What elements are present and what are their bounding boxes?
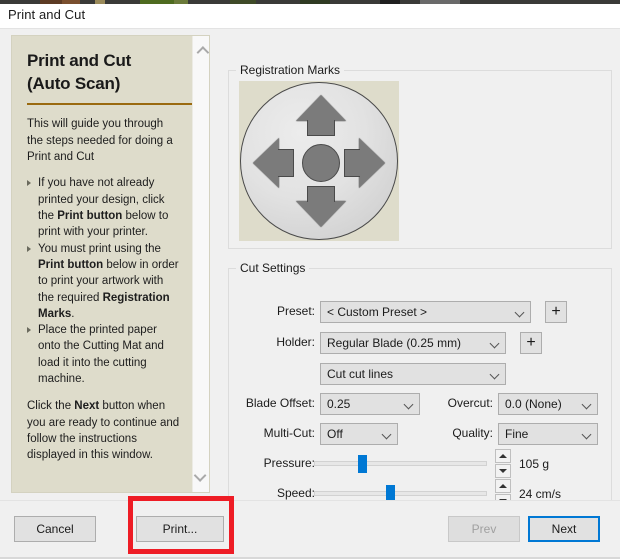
scroll-up-icon[interactable] [193, 44, 209, 61]
instructions-intro: This will guide you through the steps ne… [27, 118, 173, 163]
instructions-text: This will guide you through the steps ne… [27, 116, 182, 464]
dpad-circle-icon [240, 82, 398, 240]
pressure-slider[interactable] [314, 453, 487, 474]
instructions-footer: Click the Next button when you are ready… [27, 400, 180, 462]
preset-label: Preset: [276, 304, 315, 318]
overcut-select[interactable]: 0.0 (None) [498, 393, 598, 415]
quality-select[interactable]: Fine [498, 423, 598, 445]
next-button[interactable]: Next [528, 516, 600, 542]
instructions-heading: Print and Cut (Auto Scan) [27, 50, 182, 95]
pressure-value: 105 g [519, 457, 550, 471]
window-title: Print and Cut [8, 7, 86, 22]
arrow-right-stem [344, 149, 360, 177]
stepper-up-icon[interactable] [495, 449, 511, 463]
stepper-down-icon[interactable] [495, 464, 511, 478]
registration-marks-label: Registration Marks [236, 63, 345, 77]
instructions-scrollbar[interactable] [192, 36, 209, 492]
cut-settings-label: Cut Settings [236, 261, 310, 275]
arrow-right-icon [359, 138, 385, 188]
holder-select[interactable]: Regular Blade (0.25 mm) [320, 332, 506, 354]
dpad-center-icon [302, 144, 340, 182]
dialog-body: Print and Cut (Auto Scan) This will guid… [0, 29, 620, 524]
pressure-slider-thumb[interactable] [358, 455, 367, 473]
holder-value: Regular Blade (0.25 mm) [327, 336, 462, 350]
arrow-up-stem [307, 120, 335, 136]
pressure-stepper[interactable] [495, 449, 511, 479]
preset-value: < Custom Preset > [327, 305, 428, 319]
list-item: You must print using the Print button be… [27, 241, 182, 323]
overcut-label: Overcut: [447, 396, 493, 410]
arrow-up-icon [296, 95, 346, 121]
list-item: If you have not already printed your des… [27, 175, 182, 240]
add-preset-button[interactable]: + [545, 301, 567, 323]
blade-offset-label: Blade Offset: [245, 396, 315, 410]
instructions-divider [27, 103, 195, 106]
instructions-heading-line1: Print and Cut [27, 51, 132, 70]
dialog-footer: Cancel Print... Prev Next [0, 500, 620, 559]
arrow-left-icon [253, 138, 279, 188]
instructions-bullet-list: If you have not already printed your des… [27, 175, 182, 387]
registration-marks-image [239, 81, 399, 241]
window-titlebar: Print and Cut [0, 4, 620, 28]
holder-label: Holder: [276, 335, 315, 349]
multi-cut-select[interactable]: Off [320, 423, 398, 445]
registration-marks-group: Registration Marks [228, 63, 612, 249]
instructions-heading-line2: (Auto Scan) [27, 73, 121, 93]
cut-action-select[interactable]: Cut cut lines [320, 363, 506, 385]
stepper-up-icon[interactable] [495, 479, 511, 493]
print-button[interactable]: Print... [136, 516, 224, 542]
arrow-left-stem [278, 149, 294, 177]
list-item: Place the printed paper onto the Cutting… [27, 322, 182, 387]
pressure-slider-track[interactable] [314, 461, 487, 466]
cancel-button[interactable]: Cancel [14, 516, 96, 542]
multi-cut-label: Multi-Cut: [263, 426, 315, 440]
scroll-down-icon[interactable] [193, 467, 209, 484]
prev-button[interactable]: Prev [448, 516, 520, 542]
blade-offset-select[interactable]: 0.25 [320, 393, 420, 415]
instructions-panel: Print and Cut (Auto Scan) This will guid… [11, 35, 210, 493]
arrow-down-stem [307, 186, 335, 202]
instructions-content: Print and Cut (Auto Scan) This will guid… [12, 36, 195, 492]
speed-slider-track[interactable] [314, 491, 487, 496]
preset-select[interactable]: < Custom Preset > [320, 301, 531, 323]
cut-action-value: Cut cut lines [327, 367, 394, 381]
quality-label: Quality: [452, 426, 493, 440]
arrow-down-icon [296, 201, 346, 227]
print-and-cut-dialog: Print and Cut Print and Cut (Auto Scan) … [0, 0, 620, 559]
pressure-label: Pressure: [263, 456, 315, 470]
cut-settings-group: Cut Settings Preset: < Custom Preset > +… [228, 261, 612, 524]
add-holder-button[interactable]: + [520, 332, 542, 354]
